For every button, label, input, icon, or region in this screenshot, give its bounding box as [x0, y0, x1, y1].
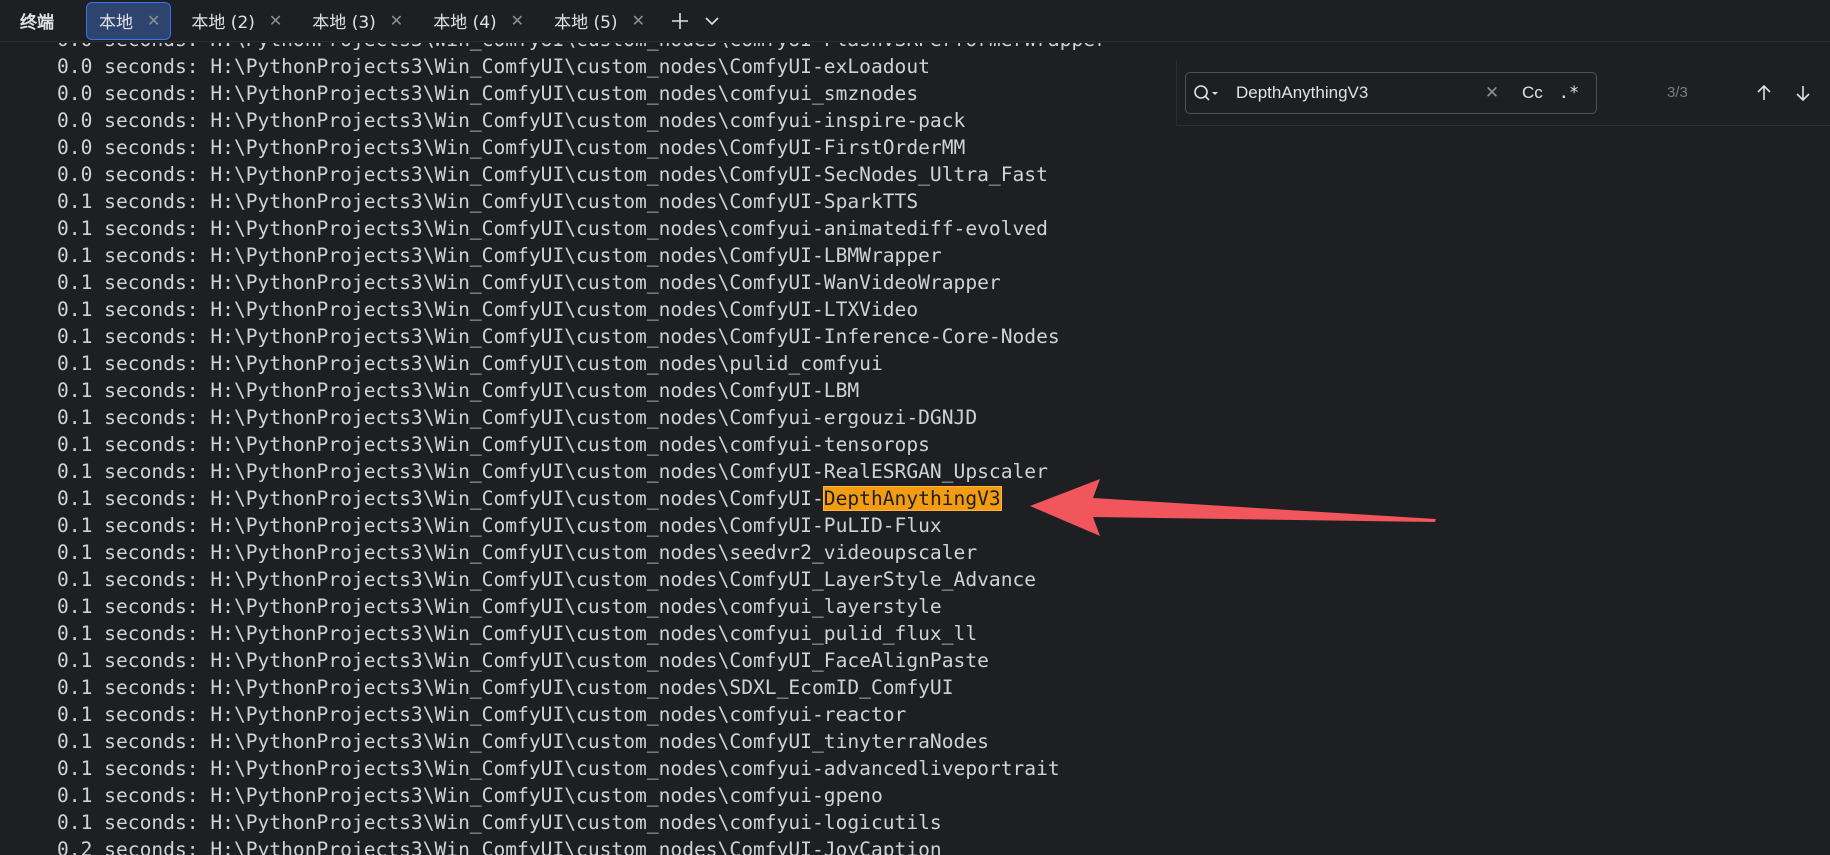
terminal-line: 0.0 seconds: H:\PythonProjects3\Win_Comf… [57, 53, 1107, 80]
line-text: 0.1 seconds: H:\PythonProjects3\Win_Comf… [57, 325, 1060, 348]
terminal-line: 0.1 seconds: H:\PythonProjects3\Win_Comf… [57, 566, 1107, 593]
plus-icon[interactable] [665, 6, 695, 36]
find-input-box[interactable]: ✕ Cc .* [1185, 72, 1597, 114]
line-text: 0.1 seconds: H:\PythonProjects3\Win_Comf… [57, 379, 860, 402]
find-query-input[interactable] [1236, 83, 1476, 103]
regex-toggle[interactable]: .* [1559, 83, 1579, 103]
line-text: 0.0 seconds: H:\PythonProjects3\Win_Comf… [57, 163, 1048, 186]
terminal-line: 0.1 seconds: H:\PythonProjects3\Win_Comf… [57, 647, 1107, 674]
terminal-line: 0.1 seconds: H:\PythonProjects3\Win_Comf… [57, 431, 1107, 458]
line-text: 0.1 seconds: H:\PythonProjects3\Win_Comf… [57, 622, 978, 645]
line-text: 0.1 seconds: H:\PythonProjects3\Win_Comf… [57, 811, 942, 834]
terminal-line: 0.2 seconds: H:\PythonProjects3\Win_Comf… [57, 836, 1107, 855]
match-case-toggle[interactable]: Cc [1522, 83, 1543, 103]
line-text: 0.1 seconds: H:\PythonProjects3\Win_Comf… [57, 784, 883, 807]
line-text: 0.1 seconds: H:\PythonProjects3\Win_Comf… [57, 514, 942, 537]
close-icon[interactable]: ✕ [147, 11, 160, 30]
line-text: 0.1 seconds: H:\PythonProjects3\Win_Comf… [57, 460, 1048, 483]
line-text: 0.1 seconds: H:\PythonProjects3\Win_Comf… [57, 406, 978, 429]
line-text: 0.1 seconds: H:\PythonProjects3\Win_Comf… [57, 217, 1048, 240]
terminal-line: 0.1 seconds: H:\PythonProjects3\Win_Comf… [57, 620, 1107, 647]
terminal-line: 0.1 seconds: H:\PythonProjects3\Win_Comf… [57, 701, 1107, 728]
tab-label: 本地 (4) [433, 13, 497, 33]
chevron-down-icon[interactable] [697, 6, 727, 36]
line-text: 0.0 seconds: H:\PythonProjects3\Win_Comf… [57, 82, 919, 105]
terminal-line: 0.0 seconds: H:\PythonProjects3\Win_Comf… [57, 43, 1107, 53]
terminal-line: 0.1 seconds: H:\PythonProjects3\Win_Comf… [57, 755, 1107, 782]
search-icon[interactable] [1186, 83, 1226, 103]
terminal-line: 0.1 seconds: H:\PythonProjects3\Win_Comf… [57, 782, 1107, 809]
terminal-line: 0.1 seconds: H:\PythonProjects3\Win_Comf… [57, 269, 1107, 296]
match-count: 3/3 [1667, 84, 1688, 101]
terminal-line: 0.1 seconds: H:\PythonProjects3\Win_Comf… [57, 377, 1107, 404]
terminal-line: 0.1 seconds: H:\PythonProjects3\Win_Comf… [57, 485, 1107, 512]
tab-local-5[interactable]: 本地 (5) ✕ [542, 1, 655, 41]
tab-local-1[interactable]: 本地 ✕ [86, 1, 172, 40]
line-text: 0.1 seconds: H:\PythonProjects3\Win_Comf… [57, 433, 930, 456]
line-text: 0.0 seconds: H:\PythonProjects3\Win_Comf… [57, 109, 966, 132]
tab-local-3[interactable]: 本地 (3) ✕ [300, 1, 413, 41]
terminal-line: 0.1 seconds: H:\PythonProjects3\Win_Comf… [57, 296, 1107, 323]
terminal-line: 0.1 seconds: H:\PythonProjects3\Win_Comf… [57, 215, 1107, 242]
terminal-line: 0.0 seconds: H:\PythonProjects3\Win_Comf… [57, 161, 1107, 188]
terminal-line: 0.1 seconds: H:\PythonProjects3\Win_Comf… [57, 350, 1107, 377]
tab-local-2[interactable]: 本地 (2) ✕ [179, 1, 292, 41]
line-text: 0.1 seconds: H:\PythonProjects3\Win_Comf… [57, 568, 1037, 591]
terminal-line: 0.0 seconds: H:\PythonProjects3\Win_Comf… [57, 80, 1107, 107]
terminal-lines: 0.0 seconds: H:\PythonProjects3\Win_Comf… [57, 43, 1107, 855]
line-text: 0.1 seconds: H:\PythonProjects3\Win_Comf… [57, 190, 919, 213]
close-icon[interactable]: ✕ [632, 11, 645, 30]
terminal-line: 0.1 seconds: H:\PythonProjects3\Win_Comf… [57, 404, 1107, 431]
line-text: 0.0 seconds: H:\PythonProjects3\Win_Comf… [57, 43, 1107, 51]
line-text: 0.1 seconds: H:\PythonProjects3\Win_Comf… [57, 541, 978, 564]
terminal-line: 0.1 seconds: H:\PythonProjects3\Win_Comf… [57, 242, 1107, 269]
arrow-up-icon[interactable] [1749, 78, 1779, 108]
line-text: 0.1 seconds: H:\PythonProjects3\Win_Comf… [57, 352, 883, 375]
terminal-line: 0.1 seconds: H:\PythonProjects3\Win_Comf… [57, 674, 1107, 701]
line-text: 0.0 seconds: H:\PythonProjects3\Win_Comf… [57, 55, 930, 78]
close-icon[interactable]: ✕ [269, 11, 282, 30]
line-text: 0.1 seconds: H:\PythonProjects3\Win_Comf… [57, 487, 824, 510]
terminal-line: 0.1 seconds: H:\PythonProjects3\Win_Comf… [57, 512, 1107, 539]
terminal-tab-bar: 终端 本地 ✕ 本地 (2) ✕ 本地 (3) ✕ 本地 (4) ✕ 本地 (5… [0, 0, 1830, 42]
line-text: 0.1 seconds: H:\PythonProjects3\Win_Comf… [57, 703, 907, 726]
tab-label: 本地 (3) [312, 13, 376, 33]
terminal-line: 0.1 seconds: H:\PythonProjects3\Win_Comf… [57, 593, 1107, 620]
find-bar: ✕ Cc .* 3/3 [1176, 60, 1830, 126]
tool-window-title: 终端 [20, 13, 54, 33]
line-text: 0.1 seconds: H:\PythonProjects3\Win_Comf… [57, 595, 942, 618]
line-text: 0.1 seconds: H:\PythonProjects3\Win_Comf… [57, 676, 954, 699]
terminal-line: 0.0 seconds: H:\PythonProjects3\Win_Comf… [57, 107, 1107, 134]
arrow-down-icon[interactable] [1788, 78, 1818, 108]
line-text: 0.1 seconds: H:\PythonProjects3\Win_Comf… [57, 298, 919, 321]
line-text: 0.1 seconds: H:\PythonProjects3\Win_Comf… [57, 730, 989, 753]
terminal-line: 0.1 seconds: H:\PythonProjects3\Win_Comf… [57, 323, 1107, 350]
tab-label: 本地 (5) [554, 13, 618, 33]
line-text: 0.1 seconds: H:\PythonProjects3\Win_Comf… [57, 244, 942, 267]
terminal-line: 0.1 seconds: H:\PythonProjects3\Win_Comf… [57, 539, 1107, 566]
line-text: 0.1 seconds: H:\PythonProjects3\Win_Comf… [57, 271, 1001, 294]
close-icon[interactable]: ✕ [511, 11, 524, 30]
line-text: 0.0 seconds: H:\PythonProjects3\Win_Comf… [57, 136, 966, 159]
terminal-line: 0.1 seconds: H:\PythonProjects3\Win_Comf… [57, 188, 1107, 215]
tab-local-4[interactable]: 本地 (4) ✕ [421, 1, 534, 41]
tab-label: 本地 [99, 13, 133, 33]
terminal-output[interactable]: 0.0 seconds: H:\PythonProjects3\Win_Comf… [0, 43, 1830, 855]
line-text: 0.1 seconds: H:\PythonProjects3\Win_Comf… [57, 757, 1060, 780]
tab-label: 本地 (2) [191, 13, 255, 33]
terminal-line: 0.1 seconds: H:\PythonProjects3\Win_Comf… [57, 809, 1107, 836]
close-icon[interactable]: ✕ [1480, 83, 1504, 103]
line-text: 0.2 seconds: H:\PythonProjects3\Win_Comf… [57, 838, 942, 855]
close-icon[interactable]: ✕ [390, 11, 403, 30]
terminal-line: 0.1 seconds: H:\PythonProjects3\Win_Comf… [57, 728, 1107, 755]
terminal-line: 0.1 seconds: H:\PythonProjects3\Win_Comf… [57, 458, 1107, 485]
line-text: 0.1 seconds: H:\PythonProjects3\Win_Comf… [57, 649, 989, 672]
terminal-line: 0.0 seconds: H:\PythonProjects3\Win_Comf… [57, 134, 1107, 161]
search-match-highlight: DepthAnythingV3 [822, 486, 1002, 511]
